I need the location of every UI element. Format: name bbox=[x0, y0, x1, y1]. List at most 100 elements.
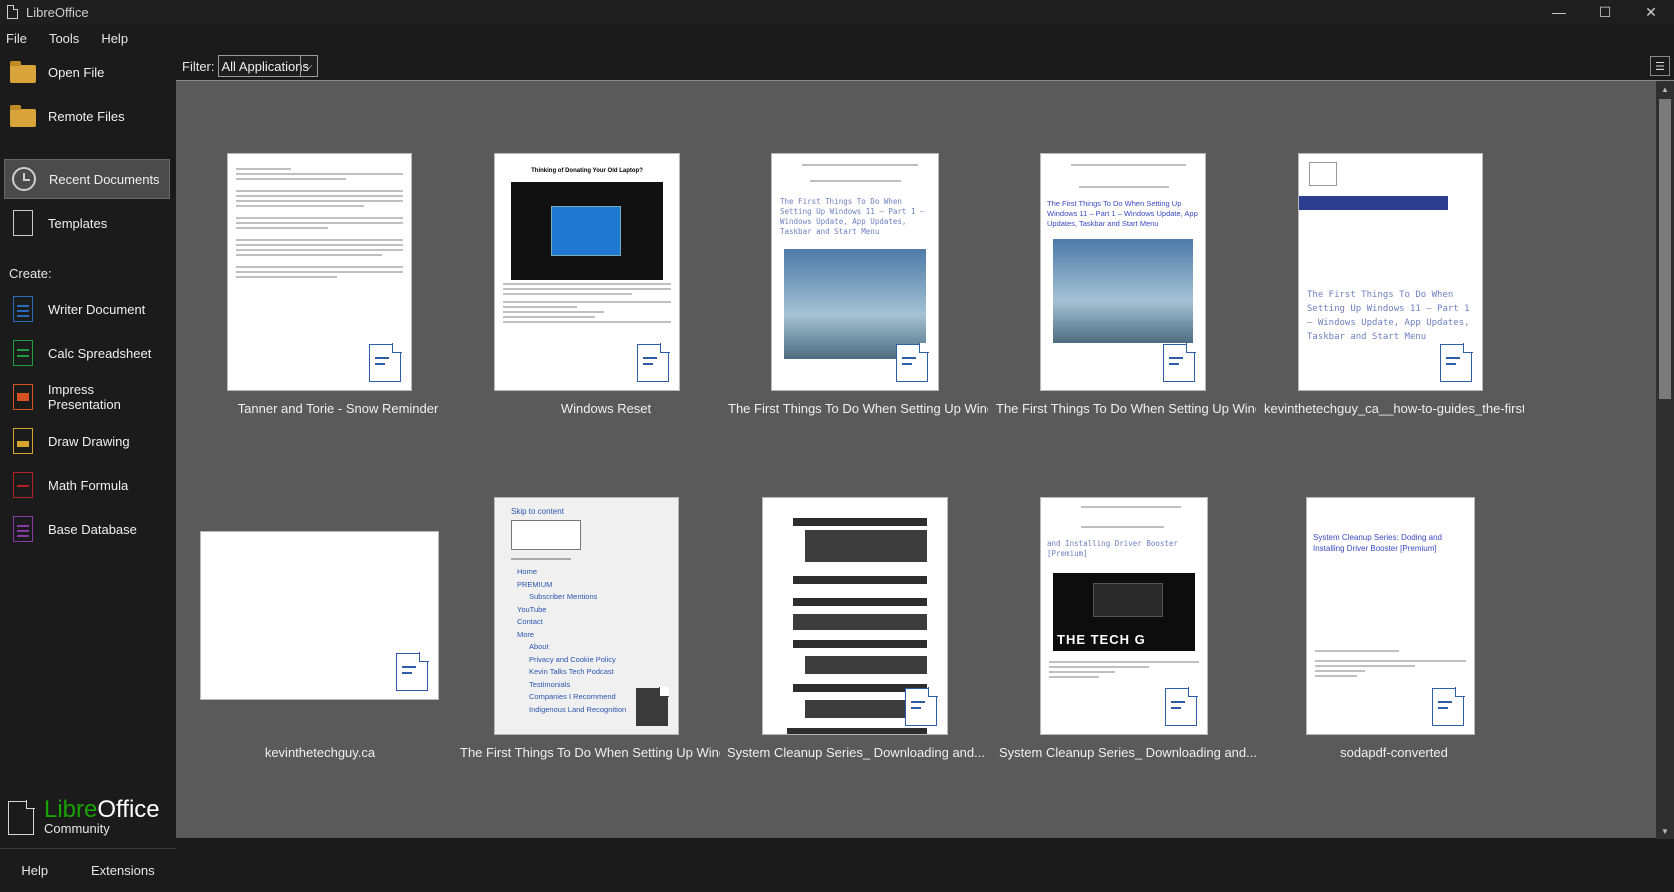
document-thumbnail: Thinking of Donating Your Old Laptop? bbox=[494, 153, 680, 391]
libreoffice-logo-icon bbox=[8, 800, 35, 835]
document-heading: The First Things To Do When Setting Up W… bbox=[1047, 199, 1198, 228]
math-label: Math Formula bbox=[48, 477, 129, 493]
recent-document-tile[interactable]: kevinthetechguy.ca bbox=[190, 531, 450, 801]
draw-icon bbox=[8, 426, 38, 456]
document-thumbnail bbox=[762, 497, 948, 735]
base-label: Base Database bbox=[48, 521, 137, 537]
document-heading: and Installing Driver Booster [Premium] bbox=[1047, 539, 1178, 558]
writer-label: Writer Document bbox=[48, 301, 146, 317]
close-button[interactable]: ✕ bbox=[1628, 0, 1674, 24]
nav-link-subscriber-mentions: Subscriber Mentions bbox=[529, 592, 598, 601]
brand-name: LibreOffice bbox=[44, 796, 160, 823]
brand-edition: Community bbox=[44, 821, 110, 836]
nav-link-home: Home bbox=[517, 567, 538, 576]
document-heading: Thinking of Donating Your Old Laptop? bbox=[531, 168, 643, 174]
create-math-button[interactable]: Math Formula bbox=[4, 465, 170, 505]
recent-documents-view: Tanner and Torie - Snow Reminder Thinkin… bbox=[176, 80, 1674, 839]
document-thumbnail: The First Things To Do When Setting Up W… bbox=[1040, 153, 1206, 391]
menu-tools[interactable]: Tools bbox=[33, 31, 85, 46]
recent-document-tile[interactable]: The First Things To Do When Setting Up W… bbox=[724, 153, 988, 423]
recent-document-tile[interactable]: Tanner and Torie - Snow Reminder bbox=[208, 153, 468, 423]
document-name: System Cleanup Series_ Downloading and..… bbox=[727, 745, 985, 760]
open-file-label: Open File bbox=[48, 64, 105, 80]
create-impress-button[interactable]: Impress Presentation bbox=[4, 377, 170, 417]
math-icon bbox=[8, 470, 38, 500]
document-name: kevinthetechguy_ca__how-to-guides_the-fi… bbox=[1264, 401, 1524, 416]
document-name: The First Things To Do When Setting Up W… bbox=[728, 401, 988, 416]
extensions-button[interactable]: Extensions bbox=[91, 863, 155, 878]
writer-document-icon bbox=[1163, 343, 1196, 382]
recent-document-tile[interactable]: System Cleanup Series_ Downloading and..… bbox=[726, 497, 986, 767]
nav-link-more: More bbox=[517, 629, 535, 639]
nav-link-contact: Contact bbox=[517, 617, 543, 626]
create-base-button[interactable]: Base Database bbox=[4, 509, 170, 549]
writer-document-icon bbox=[396, 652, 429, 691]
recent-document-tile[interactable]: Thinking of Donating Your Old Laptop? Wi… bbox=[476, 153, 736, 423]
minimize-button[interactable]: — bbox=[1536, 0, 1582, 24]
recent-document-tile[interactable]: The First Things To Do When Setting Up W… bbox=[1260, 153, 1524, 423]
help-button[interactable]: Help bbox=[21, 863, 48, 878]
templates-button[interactable]: Templates bbox=[4, 203, 170, 243]
recent-document-tile[interactable]: System Cleanup Series: Doding and Instal… bbox=[1262, 497, 1522, 767]
recent-document-tile[interactable]: The First Things To Do When Setting Up W… bbox=[992, 153, 1256, 423]
recent-documents-button[interactable]: Recent Documents bbox=[4, 159, 170, 199]
writer-document-icon bbox=[637, 343, 670, 382]
sidebar-footer: Help Extensions bbox=[0, 848, 176, 892]
skip-link: Skip to content bbox=[511, 507, 564, 516]
draw-label: Draw Drawing bbox=[48, 433, 130, 449]
recent-document-tile[interactable]: Skip to content Home PREMIUM Subscriber … bbox=[458, 497, 720, 767]
templates-label: Templates bbox=[48, 215, 108, 231]
create-label: Create: bbox=[9, 266, 52, 281]
document-thumbnail: and Installing Driver Booster [Premium] … bbox=[1040, 497, 1208, 735]
scroll-down-arrow-icon[interactable]: ▼ bbox=[1656, 823, 1674, 839]
create-draw-button[interactable]: Draw Drawing bbox=[4, 421, 170, 461]
vertical-scrollbar[interactable]: ▲ ▼ bbox=[1656, 81, 1674, 839]
recent-documents-label: Recent Documents bbox=[49, 171, 160, 187]
menu-help[interactable]: Help bbox=[85, 31, 134, 46]
open-file-button[interactable]: Open File bbox=[4, 52, 170, 92]
writer-document-icon bbox=[1440, 343, 1473, 382]
window-controls: — ☐ ✕ bbox=[1536, 0, 1674, 24]
document-thumbnail: The First Things To Do When Setting Up W… bbox=[1298, 153, 1483, 391]
nav-link-youtube: YouTube bbox=[517, 604, 547, 614]
title-bar: LibreOffice — ☐ ✕ bbox=[0, 0, 1674, 24]
scroll-up-arrow-icon[interactable]: ▲ bbox=[1656, 81, 1674, 97]
generic-document-icon bbox=[636, 687, 669, 726]
maximize-button[interactable]: ☐ bbox=[1582, 0, 1628, 24]
remote-files-button[interactable]: Remote Files bbox=[4, 96, 170, 136]
create-calc-button[interactable]: Calc Spreadsheet bbox=[4, 333, 170, 373]
create-writer-button[interactable]: Writer Document bbox=[4, 289, 170, 329]
document-name: Tanner and Torie - Snow Reminder bbox=[237, 401, 439, 416]
document-thumbnail bbox=[200, 531, 439, 700]
calc-label: Calc Spreadsheet bbox=[48, 345, 152, 361]
writer-document-icon bbox=[1165, 687, 1198, 726]
document-heading: System Cleanup Series: Doding and Instal… bbox=[1313, 533, 1442, 553]
writer-document-icon bbox=[1432, 687, 1465, 726]
nav-link-privacy: Privacy and Cookie Policy bbox=[529, 654, 616, 664]
writer-document-icon bbox=[905, 687, 938, 726]
start-center-sidebar: Open File Remote Files Recent Documents … bbox=[0, 52, 176, 892]
document-thumbnail: The First Things To Do When Setting Up W… bbox=[771, 153, 939, 391]
writer-document-icon bbox=[369, 343, 402, 382]
document-name: System Cleanup Series_ Downloading and..… bbox=[999, 745, 1257, 760]
remote-folder-icon bbox=[8, 101, 38, 131]
filter-dropdown[interactable]: All Applications ⌵ bbox=[217, 55, 318, 77]
libreoffice-document-icon bbox=[7, 5, 18, 19]
filter-value: All Applications bbox=[221, 58, 309, 74]
nav-link-premium: PREMIUM bbox=[517, 579, 553, 589]
document-name: The First Things To Do When Setting Up W… bbox=[996, 401, 1256, 416]
banner-text: THE TECH G bbox=[1057, 632, 1146, 647]
impress-label: Impress Presentation bbox=[47, 382, 121, 412]
recent-document-tile[interactable]: and Installing Driver Booster [Premium] … bbox=[994, 497, 1257, 767]
hamburger-menu-icon[interactable]: ☰ bbox=[1650, 56, 1670, 76]
filter-bar: Filter: All Applications ⌵ ☰ bbox=[176, 52, 1674, 80]
menu-file[interactable]: File bbox=[0, 31, 33, 46]
document-name: Windows Reset bbox=[560, 401, 652, 416]
writer-document-icon bbox=[896, 343, 929, 382]
scrollbar-thumb[interactable] bbox=[1659, 99, 1671, 399]
impress-icon bbox=[8, 382, 38, 412]
base-icon bbox=[8, 514, 38, 544]
window-title: LibreOffice bbox=[26, 4, 89, 20]
chevron-down-icon: ⌵ bbox=[299, 56, 317, 76]
document-thumbnail: Skip to content Home PREMIUM Subscriber … bbox=[494, 497, 679, 735]
